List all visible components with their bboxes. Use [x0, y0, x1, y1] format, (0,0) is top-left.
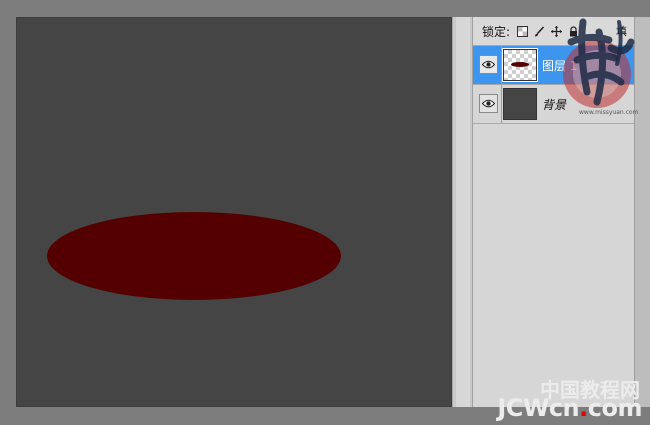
layer-row-1[interactable]: 图层 1	[473, 46, 635, 85]
lock-all-icon[interactable]	[568, 25, 579, 37]
layer-separator	[501, 46, 502, 84]
eye-icon[interactable]	[479, 94, 498, 113]
layer-row-background[interactable]: 背景	[473, 85, 635, 124]
lock-image-pixels-icon[interactable]	[534, 25, 545, 37]
layer-separator	[501, 85, 502, 123]
lock-transparent-pixels-icon[interactable]	[517, 25, 529, 37]
panel-scrollbar[interactable]	[634, 17, 650, 407]
layers-panel: 锁定: 填 图层 1 背景	[472, 17, 635, 407]
eye-icon[interactable]	[479, 55, 498, 74]
layer-thumbnail	[503, 88, 537, 120]
lock-position-icon[interactable]	[551, 25, 563, 37]
thumbnail-ellipse	[511, 62, 529, 67]
layer-name[interactable]: 背景	[542, 96, 566, 113]
layer-name[interactable]: 图层 1	[542, 57, 577, 74]
lock-label: 锁定:	[482, 24, 511, 39]
document-canvas[interactable]	[16, 17, 452, 407]
layer-thumbnail	[502, 48, 538, 82]
scrollbar-track[interactable]	[456, 17, 470, 407]
red-ellipse-shape	[47, 212, 341, 300]
canvas-vertical-scrollbar[interactable]	[452, 17, 473, 407]
fill-label-glyph: 填	[616, 25, 628, 38]
lock-row: 锁定: 填	[473, 17, 635, 46]
